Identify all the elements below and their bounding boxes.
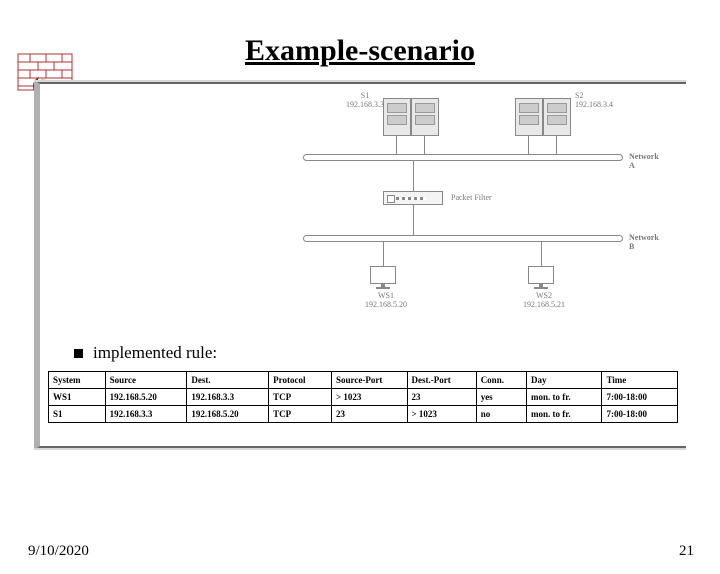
packet-filter-label: Packet Filter xyxy=(451,193,492,202)
packet-filter-icon xyxy=(383,191,443,205)
server-s1b-icon xyxy=(411,98,439,136)
network-a-bus xyxy=(303,154,623,161)
th-protocol: Protocol xyxy=(269,372,332,389)
table-header-row: System Source Dest. Protocol Source-Port… xyxy=(49,372,678,389)
network-b-label: Network B xyxy=(629,233,659,251)
footer-date: 9/10/2020 xyxy=(28,543,89,560)
wire xyxy=(556,136,557,154)
th-dest: Dest. xyxy=(187,372,269,389)
bullet-row: implemented rule: xyxy=(74,343,678,363)
bullet-text: implemented rule: xyxy=(93,343,217,363)
ws1-icon xyxy=(368,266,398,292)
wire xyxy=(424,136,425,154)
s2-label: S2192.168.3.4 xyxy=(575,92,625,110)
server-s2b-icon xyxy=(543,98,571,136)
content-frame: S1192.168.3.3 S2192.168.3.4 Network A Pa… xyxy=(34,80,686,450)
network-diagram: S1192.168.3.3 S2192.168.3.4 Network A Pa… xyxy=(83,94,643,339)
wire xyxy=(396,136,397,154)
th-dstport: Dest.-Port xyxy=(407,372,476,389)
slide-title: Example-scenario xyxy=(0,34,720,68)
ws2-icon xyxy=(526,266,556,292)
th-source: Source xyxy=(105,372,187,389)
network-b-bus xyxy=(303,235,623,242)
rules-table: System Source Dest. Protocol Source-Port… xyxy=(48,371,678,423)
wire xyxy=(541,242,542,266)
th-conn: Conn. xyxy=(476,372,526,389)
network-a-label: Network A xyxy=(629,152,659,170)
server-s2-icon xyxy=(515,98,543,136)
table-row: S1 192.168.3.3 192.168.5.20 TCP 23 > 102… xyxy=(49,406,678,423)
th-system: System xyxy=(49,372,106,389)
s1-label: S1192.168.3.3 xyxy=(345,92,385,110)
th-day: Day xyxy=(527,372,602,389)
square-bullet-icon xyxy=(74,349,83,358)
th-time: Time xyxy=(602,372,678,389)
server-s1-icon xyxy=(383,98,411,136)
wire xyxy=(528,136,529,154)
th-srcport: Source-Port xyxy=(332,372,407,389)
wire xyxy=(413,161,414,191)
table-row: WS1 192.168.5.20 192.168.3.3 TCP > 1023 … xyxy=(49,389,678,406)
wire xyxy=(413,205,414,235)
ws2-label: WS2192.168.5.21 xyxy=(519,292,569,310)
footer-page: 21 xyxy=(679,543,694,560)
ws1-label: WS1192.168.5.20 xyxy=(361,292,411,310)
wire xyxy=(383,242,384,266)
